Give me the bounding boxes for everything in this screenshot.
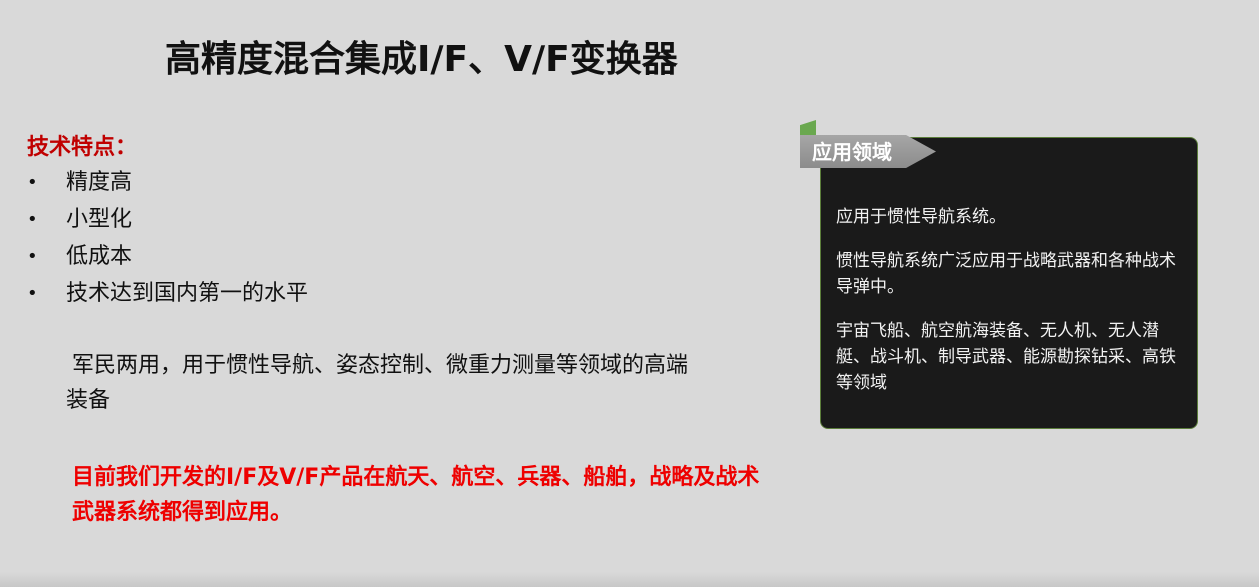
- application-line: 应用于惯性导航系统。: [836, 207, 1006, 227]
- bullet-icon: •: [27, 283, 38, 304]
- tab-flag-decoration: [800, 120, 816, 137]
- application-text: 应用于惯性导航系统。 惯性导航系统广泛应用于战略武器和各种战术导弹中。 宇宙飞船…: [836, 204, 1186, 414]
- features-heading: 技术特点：: [27, 135, 138, 160]
- feature-text: 精度高: [66, 170, 133, 195]
- application-panel: 应用于惯性导航系统。 惯性导航系统广泛应用于战略武器和各种战术导弹中。 宇宙飞船…: [820, 137, 1198, 429]
- slide-title: 高精度混合集成I/F、V/F变换器: [165, 39, 678, 80]
- application-line: 惯性导航系统广泛应用于战略武器和各种战术导弹中。: [836, 251, 1176, 297]
- bullet-icon: •: [27, 172, 38, 193]
- application-line: 宇宙飞船、航空航海装备、无人机、无人潜艇、战斗机、制导武器、能源勘探钻采、高铁等…: [836, 321, 1176, 393]
- feature-text: 技术达到国内第一的水平: [66, 281, 309, 306]
- slide: 高精度混合集成I/F、V/F变换器 技术特点： • 精度高 • 小型化 • 低成…: [0, 0, 1259, 587]
- feature-text: 低成本: [66, 244, 133, 269]
- application-status-paragraph: 目前我们开发的I/F及V/F产品在航天、航空、兵器、船舶，战略及战术武器系统都得…: [72, 465, 760, 525]
- bottom-edge: [0, 572, 1259, 587]
- feature-text: 小型化: [66, 207, 133, 232]
- bullet-icon: •: [27, 246, 38, 267]
- application-tab-label: 应用领域: [812, 140, 892, 164]
- bullet-icon: •: [27, 209, 38, 230]
- usage-paragraph: 军民两用，用于惯性导航、姿态控制、微重力测量等领域的高端装备: [66, 353, 689, 413]
